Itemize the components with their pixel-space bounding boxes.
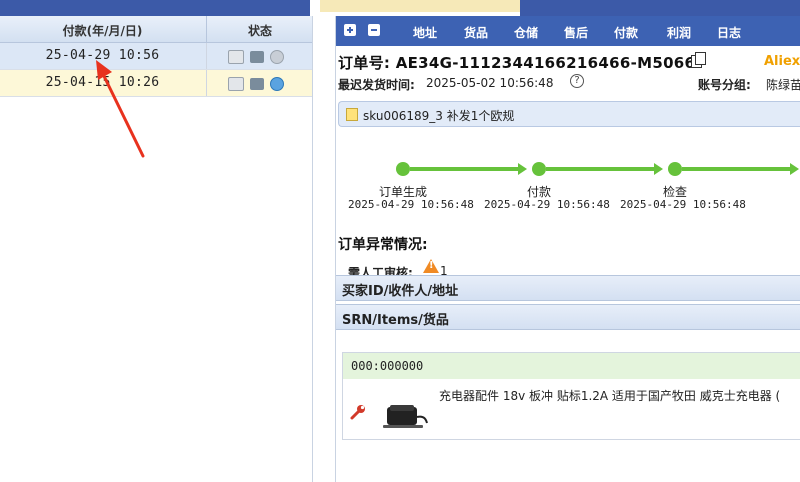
cart-icon[interactable] [228,49,244,64]
tab-log[interactable]: 日志 [717,24,741,41]
platform-label: Aliexp [764,54,800,69]
latest-ship-label: 最迟发货时间: [338,78,415,92]
top-bar-left [0,0,310,16]
top-bar-right [520,0,800,16]
column-header-payment-date[interactable]: 付款(年/月/日) [0,22,205,39]
srn-value: 000:000000 [351,359,424,373]
progress-arrow [654,163,663,175]
section-items[interactable]: SRN/Items/货品 [336,304,800,330]
progress-arrow [518,163,527,175]
column-header-status[interactable]: 状态 [208,22,312,39]
progress-dot [396,162,410,176]
table-row[interactable]: 25-04-15 10:26 [0,70,312,97]
account-group-label: 账号分组: [698,78,751,92]
order-list-panel: 付款(年/月/日) 状态 25-04-29 10:56 25-04-15 10:… [0,16,313,482]
tab-warehouse[interactable]: 仓储 [514,24,538,41]
tab-after-sales[interactable]: 售后 [564,24,588,41]
order-note[interactable]: sku006189_3 补发1个欧规 [338,101,800,127]
progress-dot [668,162,682,176]
cart-icon[interactable] [228,76,244,91]
status-icons [228,49,286,64]
payment-date-cell: 25-04-29 10:56 [45,48,160,63]
copy-icon[interactable] [691,52,706,68]
order-detail-panel: 地址 货品 仓储 售后 付款 利润 日志 订单号: AE34G-11123441… [335,16,800,482]
wrench-icon[interactable] [349,403,367,421]
help-icon[interactable]: ? [570,74,584,88]
section-title: SRN/Items/货品 [342,313,449,328]
collapse-icon[interactable] [368,24,380,36]
item-card: 000:000000 充电器配件 18v 板冲 贴标1.2A 适用于国产牧田 威… [342,352,800,440]
progress-line [410,167,520,171]
tab-profit[interactable]: 利润 [667,24,691,41]
payment-date-cell: 25-04-15 10:26 [45,75,160,90]
progress-arrow [790,163,799,175]
tab-address[interactable]: 地址 [413,24,437,41]
column-separator [206,16,207,42]
progress-step-date: 2025-04-29 10:56:48 [348,198,474,211]
print-icon[interactable] [249,77,264,90]
table-row[interactable]: 25-04-29 10:56 [0,43,312,70]
tab-goods[interactable]: 货品 [464,24,488,41]
section-title: 买家ID/收件人/地址 [342,284,459,299]
progress-step-date: 2025-04-29 10:56:48 [484,198,610,211]
account-group-value: 陈绿苗 [766,78,800,92]
order-list-header: 付款(年/月/日) 状态 [0,16,312,43]
note-icon [346,108,358,121]
section-buyer-address[interactable]: 买家ID/收件人/地址 [336,275,800,301]
item-title[interactable]: 充电器配件 18v 板冲 贴标1.2A 适用于国产牧田 威克士充电器 ( [439,387,780,404]
note-text: sku006189_3 补发1个欧规 [363,109,515,123]
exception-title: 订单异常情况: [338,237,428,253]
srn-row: 000:000000 [343,353,800,379]
progress-step-date: 2025-04-29 10:56:48 [620,198,746,211]
status-circle-icon[interactable] [269,76,284,91]
top-bar-highlight [320,0,520,12]
progress-dot [532,162,546,176]
tab-payment[interactable]: 付款 [614,24,638,41]
latest-ship-value: 2025-05-02 10:56:48 [426,76,554,90]
order-number: 订单号: AE34G-1112344166216466-M5066 [338,54,696,72]
expand-icon[interactable] [344,24,356,36]
print-icon[interactable] [249,50,264,63]
progress-line [682,167,792,171]
status-icons [228,76,286,91]
detail-toolbar: 地址 货品 仓储 售后 付款 利润 日志 [336,16,800,46]
warning-icon [423,259,439,273]
progress-line [546,167,656,171]
column-separator [206,43,207,69]
column-separator [206,70,207,96]
charger-image[interactable] [377,397,431,433]
status-circle-icon[interactable] [269,49,284,64]
